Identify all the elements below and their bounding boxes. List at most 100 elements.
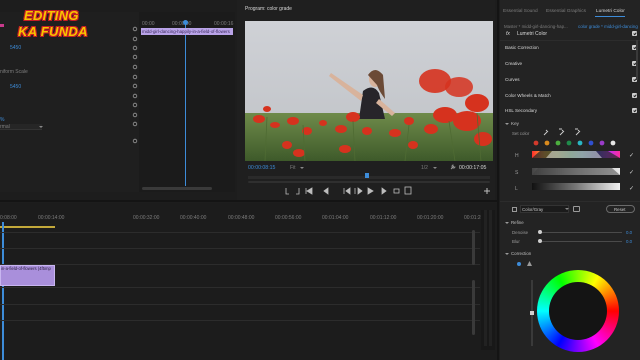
ruler-tick: 0:08:00 — [0, 215, 17, 221]
swatch-blue[interactable] — [588, 140, 594, 146]
wheel-mode-single-icon[interactable] — [517, 262, 521, 266]
settings-wrench-icon[interactable] — [450, 164, 456, 170]
go-to-in-icon[interactable] — [305, 187, 313, 195]
fit-dropdown-arrow-icon[interactable] — [300, 167, 304, 169]
eyedropper-icon[interactable] — [543, 129, 549, 136]
ec-dropdown-arrow-icon[interactable] — [39, 126, 43, 128]
refine-chevron-icon[interactable] — [505, 222, 509, 224]
blur-value[interactable]: 0.0 — [626, 239, 632, 244]
blur-slider-thumb[interactable] — [538, 239, 542, 243]
resolution-dropdown-arrow-icon[interactable] — [433, 167, 437, 169]
program-video-frame — [245, 21, 493, 161]
wheel-mode-three-icon[interactable] — [527, 261, 532, 266]
ec-blend-mode[interactable]: rmal — [0, 124, 42, 130]
lumetri-master-clip[interactable]: Master * midd-girl-dancing-hap... — [504, 24, 572, 29]
lum-range-slider[interactable] — [532, 183, 620, 190]
tab-active-underline — [595, 16, 625, 17]
invert-mask-icon[interactable] — [573, 206, 580, 212]
blur-slider[interactable] — [540, 241, 622, 242]
step-back-frame-icon[interactable] — [343, 187, 351, 195]
key-chevron-icon[interactable] — [505, 123, 509, 125]
ec-scrollbar[interactable] — [142, 187, 212, 190]
reset-button-label: Reset — [614, 207, 626, 212]
lumetri-scrollbar[interactable] — [636, 40, 638, 80]
lumetri-sequence-clip[interactable]: color grade * midd-girl-dancing-... — [578, 24, 638, 29]
ec-value-2[interactable]: 5450 — [10, 84, 21, 90]
swatch-red[interactable] — [533, 140, 539, 146]
mark-out-icon[interactable] — [296, 188, 300, 195]
swatch-purple[interactable] — [599, 140, 605, 146]
eyedropper-icons — [540, 128, 590, 136]
program-scrubber-playhead[interactable] — [365, 173, 369, 178]
program-resolution-dropdown[interactable]: 1/2 — [421, 165, 428, 171]
tab-essential-sound[interactable]: Essential Sound — [503, 9, 538, 14]
lumetri-divider-2 — [500, 201, 640, 202]
denoise-value[interactable]: 0.0 — [626, 230, 632, 235]
swatch-orange[interactable] — [544, 140, 550, 146]
program-title[interactable]: Program: color grade — [245, 6, 292, 12]
eyedropper-add-icon[interactable] — [559, 128, 565, 136]
denoise-label: Denoise — [512, 230, 529, 235]
ec-value-1[interactable]: 5450 — [10, 45, 21, 51]
fx-enable-checkbox[interactable] — [632, 31, 637, 36]
track-divider — [0, 320, 480, 321]
mark-in-icon[interactable] — [285, 188, 289, 195]
ec-row-pink — [0, 24, 4, 27]
eyedropper-subtract-icon[interactable] — [575, 128, 581, 136]
hue-range-overlay[interactable] — [532, 151, 620, 158]
ruler-tick: 00:01:04:00 — [322, 215, 349, 221]
ruler-tick: 00:00:32:00 — [133, 215, 160, 221]
right-panel-divider — [497, 0, 499, 360]
swatch-green-2[interactable] — [566, 140, 572, 146]
timeline-work-area[interactable] — [0, 226, 55, 228]
step-back-icon[interactable] — [323, 187, 329, 195]
export-frame-icon[interactable] — [393, 188, 400, 194]
program-zoom-bar[interactable] — [248, 181, 490, 183]
hue-check-icon[interactable]: ✓ — [629, 152, 634, 159]
timeline-ruler: 0:08:00 00:00:14:00 00:00:32:00 00:00:40… — [0, 215, 490, 227]
sat-range-slider[interactable] — [532, 168, 620, 175]
track-divider — [0, 232, 480, 233]
s-label: S — [515, 170, 519, 176]
section-hsl-secondary[interactable]: HSL Secondary — [505, 108, 537, 113]
timeline-vscroll-upper[interactable] — [472, 230, 475, 265]
program-fit-dropdown[interactable]: Fit — [290, 165, 296, 171]
ruler-tick: 00:01:12:00 — [370, 215, 397, 221]
hsl-secondary-checkbox[interactable] — [632, 108, 637, 113]
color-gray-checkbox[interactable] — [512, 207, 517, 212]
step-forward-icon[interactable] — [354, 187, 363, 195]
timeline-vscroll-lower[interactable] — [472, 280, 475, 335]
tab-lumetri-color[interactable]: Lumetri Color — [596, 9, 625, 14]
section-creative[interactable]: Creative — [505, 61, 522, 66]
color-wheel-slider-thumb[interactable] — [530, 311, 534, 315]
denoise-slider[interactable] — [540, 232, 622, 233]
ec-uniform-scale-label: niform Scale — [0, 69, 28, 75]
refine-label: Refine — [511, 220, 524, 225]
compare-icon[interactable] — [404, 186, 412, 195]
color-gray-arrow-icon[interactable] — [565, 208, 569, 210]
ec-percent[interactable]: % — [0, 117, 4, 123]
sat-check-icon[interactable]: ✓ — [629, 169, 634, 176]
swatch-green[interactable] — [555, 140, 561, 146]
color-wheels-checkbox[interactable] — [632, 93, 637, 98]
section-curves[interactable]: Curves — [505, 77, 520, 82]
swatch-white[interactable] — [610, 140, 616, 146]
reset-icons-column — [132, 26, 138, 146]
add-button-icon[interactable] — [484, 188, 490, 194]
program-timecode[interactable]: 00:00:08:15 — [248, 165, 275, 171]
program-scrubber[interactable] — [248, 176, 490, 179]
correction-chevron-icon[interactable] — [505, 253, 509, 255]
ruler-tick: 00:01:20:00 — [417, 215, 444, 221]
reset-icon[interactable] — [132, 26, 138, 146]
lum-check-icon[interactable]: ✓ — [629, 185, 634, 192]
fx-badge: fx — [506, 31, 510, 37]
go-to-out-icon[interactable] — [381, 187, 387, 195]
play-icon[interactable] — [367, 187, 374, 195]
tab-essential-graphics[interactable]: Essential Graphics — [546, 9, 586, 14]
swatch-cyan[interactable] — [577, 140, 583, 146]
section-color-wheels[interactable]: Color Wheels & Match — [505, 93, 551, 98]
correction-label: Correction — [511, 251, 532, 256]
section-basic-correction[interactable]: Basic Correction — [505, 45, 539, 50]
denoise-slider-thumb[interactable] — [538, 230, 542, 234]
timeline-playhead[interactable] — [2, 222, 4, 360]
